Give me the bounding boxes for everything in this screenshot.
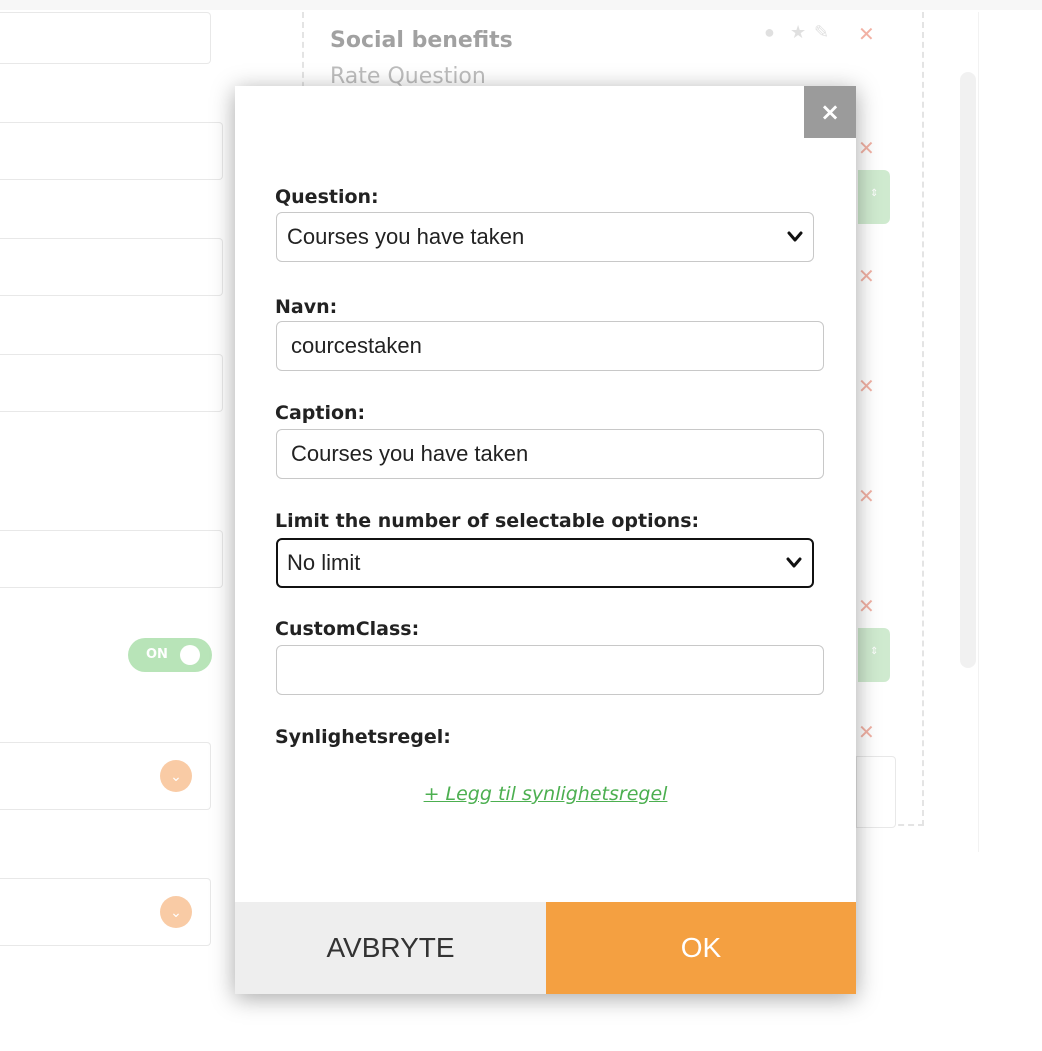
question-select[interactable]: Courses you have taken	[276, 212, 814, 262]
delete-x-icon: ✕	[858, 264, 875, 288]
toggle-knob	[180, 645, 200, 665]
bg-input	[0, 238, 223, 296]
chevron-circle-icon: ⌄	[160, 760, 192, 792]
close-icon: ×	[819, 98, 841, 126]
caption-input-value: Courses you have taken	[291, 441, 529, 466]
limit-select-value: No limit	[287, 550, 361, 575]
question-label: Question:	[275, 186, 379, 208]
toggle-switch: ON	[128, 638, 212, 672]
navn-input[interactable]: courcestaken	[276, 321, 824, 371]
delete-x-icon: ✕	[858, 720, 875, 744]
comment-icon: ●	[764, 22, 775, 42]
top-strip	[0, 0, 1042, 10]
bg-input	[0, 530, 223, 588]
caption-input[interactable]: Courses you have taken	[276, 429, 824, 479]
ok-button[interactable]: OK	[546, 902, 856, 994]
divider	[978, 12, 979, 852]
delete-x-icon: ✕	[858, 594, 875, 618]
card-title: Social benefits	[330, 28, 513, 53]
delete-x-icon: ✕	[858, 484, 875, 508]
star-icon: ★	[790, 22, 807, 42]
bg-input	[856, 756, 896, 828]
visibility-rule-label: Synlighetsregel:	[275, 726, 451, 748]
caption-label: Caption:	[275, 402, 366, 424]
question-select-value: Courses you have taken	[287, 224, 525, 249]
delete-x-icon: ✕	[858, 136, 875, 160]
chevron-down-icon	[787, 231, 803, 242]
add-visibility-rule-link[interactable]: + Legg til synlighetsregel	[235, 783, 856, 805]
chevron-circle-icon: ⌄	[160, 896, 192, 928]
limit-select[interactable]: No limit	[276, 538, 814, 588]
stepper-handle: ⇕	[858, 628, 890, 682]
customclass-label: CustomClass:	[275, 618, 420, 640]
toggle-label: ON	[146, 647, 168, 662]
edit-question-dialog: × Question: Courses you have taken Navn:…	[235, 86, 856, 994]
bg-input	[0, 12, 211, 64]
stepper-handle: ⇕	[858, 170, 890, 224]
close-button[interactable]: ×	[804, 86, 856, 138]
bg-input	[0, 122, 223, 180]
navn-input-value: courcestaken	[291, 333, 422, 358]
navn-label: Navn:	[275, 296, 338, 318]
delete-x-icon: ✕	[858, 374, 875, 398]
pencil-icon: ✎	[814, 22, 830, 42]
cancel-button[interactable]: AVBRYTE	[235, 902, 546, 994]
customclass-input[interactable]	[276, 645, 824, 695]
delete-x-icon: ✕	[858, 22, 875, 46]
chevron-down-icon	[786, 557, 802, 568]
limit-label: Limit the number of selectable options:	[275, 510, 700, 532]
scrollbar[interactable]	[960, 72, 976, 668]
bg-input	[0, 354, 223, 412]
